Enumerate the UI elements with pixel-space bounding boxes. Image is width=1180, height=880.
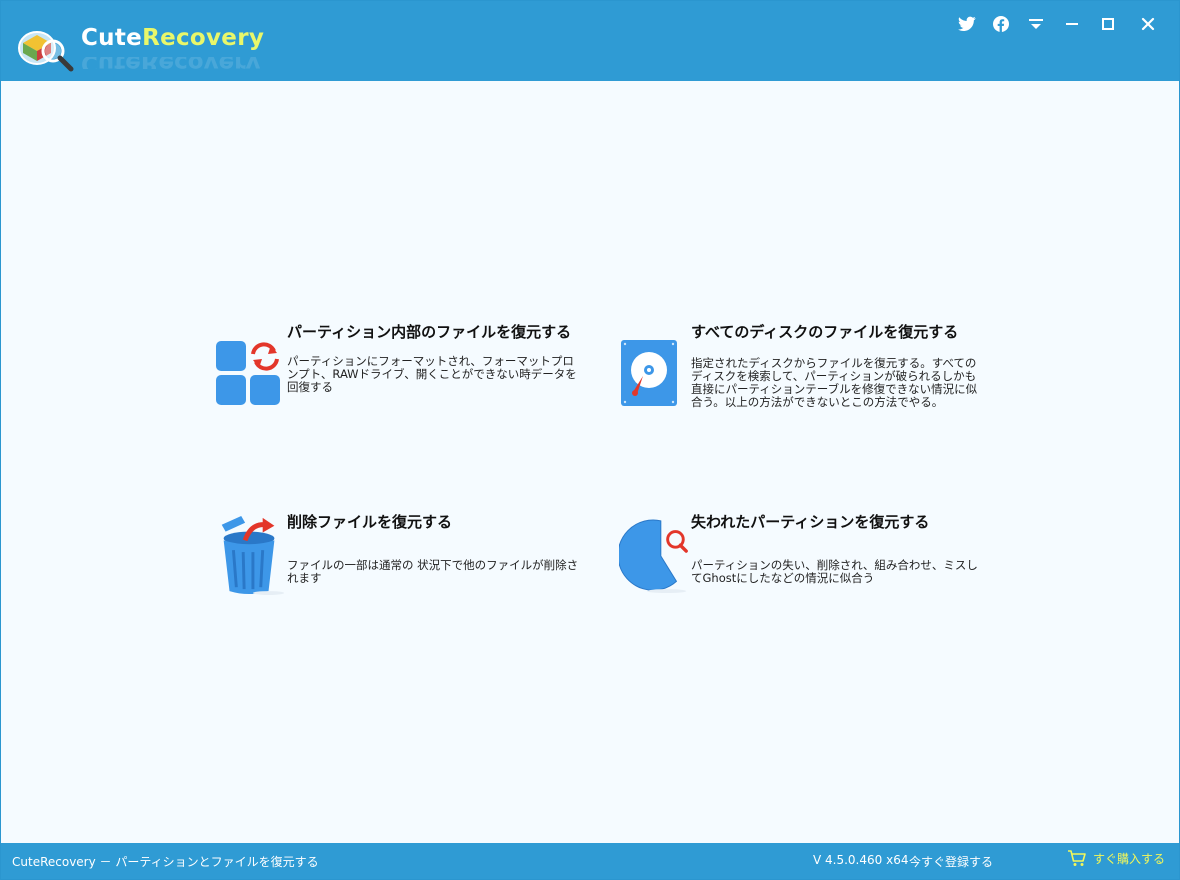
version-label: V 4.5.0.460 x64 <box>813 853 909 867</box>
option-title: すべてのディスクのファイルを復元する <box>691 323 959 341</box>
facebook-icon <box>993 16 1009 32</box>
main-panel: パーティション内部のファイルを復元する パーティションにフォーマットされ、フォー… <box>1 81 1179 843</box>
option-title: 失われたパーティションを復元する <box>691 513 930 531</box>
option-title: パーティション内部のファイルを復元する <box>287 323 572 341</box>
option-title: 削除ファイルを復元する <box>287 513 453 531</box>
option-partition-files[interactable]: パーティション内部のファイルを復元する パーティションにフォーマットされ、フォー… <box>215 321 595 431</box>
shopping-cart-icon <box>1068 850 1086 866</box>
status-text: CuteRecovery － パーティションとファイルを復元する <box>12 855 319 869</box>
maximize-button[interactable] <box>1097 13 1119 35</box>
title-bar[interactable]: CuteRecovery CuteRecovery <box>1 1 1179 81</box>
trash-restore-icon <box>221 515 285 595</box>
status-bar: CuteRecovery － パーティションとファイルを復元する V 4.5.0… <box>1 843 1179 879</box>
brand-part2: Recovery <box>142 25 265 51</box>
app-brand: CuteRecovery <box>81 25 264 51</box>
buy-now-label: すぐ購入する <box>1093 851 1166 866</box>
option-lost-partitions[interactable]: 失われたパーティションを復元する パーティションの失い、削除され、組み合わせ、ミ… <box>619 511 999 621</box>
maximize-icon <box>1102 18 1114 30</box>
option-description: ファイルの一部は通常の 状況下で他のファイルが削除されます <box>287 558 579 585</box>
hard-disk-icon <box>621 340 677 406</box>
twitter-icon <box>958 16 976 32</box>
option-description: パーティションにフォーマットされ、フォーマットプロンプト、RAWドライブ、開くこ… <box>287 354 577 394</box>
option-all-disk-files[interactable]: すべてのディスクのファイルを復元する 指定されたディスクからファイルを復元する。… <box>619 321 999 431</box>
dropdown-menu-icon <box>1029 19 1043 29</box>
app-logo-icon <box>18 31 74 72</box>
brand-part1: Cute <box>81 25 143 51</box>
brand-reflection: CuteRecovery <box>81 57 261 69</box>
facebook-button[interactable] <box>990 13 1012 35</box>
app-window: CuteRecovery CuteRecovery <box>0 0 1180 880</box>
twitter-button[interactable] <box>956 13 978 35</box>
close-icon <box>1141 17 1155 31</box>
buy-now-button[interactable]: すぐ購入する <box>1067 849 1165 867</box>
register-link[interactable]: 今すぐ登録する <box>909 853 993 870</box>
option-deleted-files[interactable]: 削除ファイルを復元する ファイルの一部は通常の 状況下で他のファイルが削除されま… <box>215 511 595 621</box>
partition-restore-icon <box>216 341 280 405</box>
option-description: パーティションの失い、削除され、組み合わせ、ミスしてGhostにしたなどの情況に… <box>691 558 978 585</box>
option-description: 指定されたディスクからファイルを復元する。すべてのディスクを検索して、パーティシ… <box>691 356 978 409</box>
pie-search-icon <box>619 519 688 594</box>
minimize-button[interactable] <box>1061 13 1083 35</box>
close-button[interactable] <box>1137 13 1159 35</box>
minimize-icon <box>1066 23 1078 25</box>
dropdown-menu-button[interactable] <box>1025 13 1047 35</box>
